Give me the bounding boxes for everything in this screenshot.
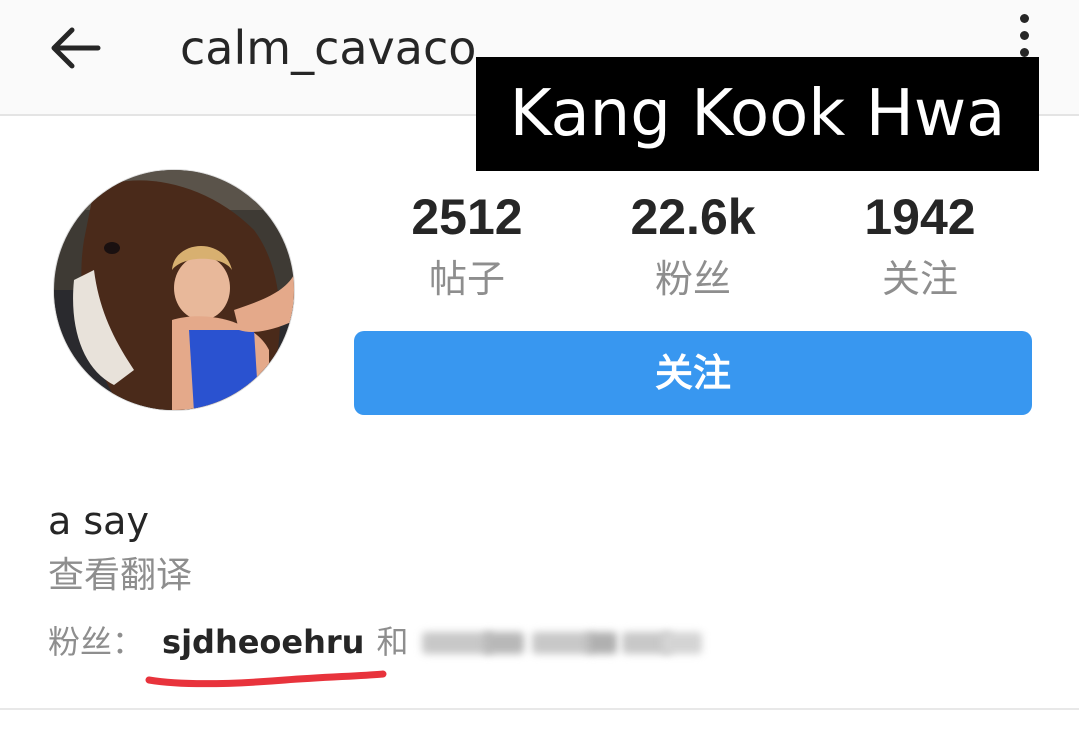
stat-followers[interactable]: 22.6k 粉丝 [583,188,803,302]
red-underline-annotation [145,670,387,688]
followed-by-label: 粉丝： [48,623,145,661]
bio-text: a say [48,499,149,543]
followers-label: 粉丝 [654,257,731,301]
following-label: 关注 [881,257,958,301]
avatar[interactable] [53,169,295,411]
arrow-left-icon [51,27,101,69]
profile-username: calm_cavaco [180,21,477,75]
stat-following[interactable]: 1942 关注 [810,188,1030,302]
overlay-caption: Kang Kook Hwa [476,57,1039,171]
stat-posts[interactable]: 2512 帖子 [357,188,577,302]
posts-label: 帖子 [428,257,505,301]
see-translation-link[interactable]: 查看翻译 [48,552,192,600]
follow-button[interactable]: 关注 [354,331,1032,415]
more-vertical-icon-dot [1019,48,1029,57]
profile-photo [54,170,294,410]
divider [0,708,1079,710]
back-button[interactable] [44,20,104,76]
following-count: 1942 [864,189,976,245]
blurred-follower-name [422,622,712,662]
posts-count: 2512 [411,189,523,245]
more-vertical-icon-dot [1019,31,1029,40]
more-vertical-icon [1019,14,1029,23]
followers-count: 22.6k [630,189,756,245]
